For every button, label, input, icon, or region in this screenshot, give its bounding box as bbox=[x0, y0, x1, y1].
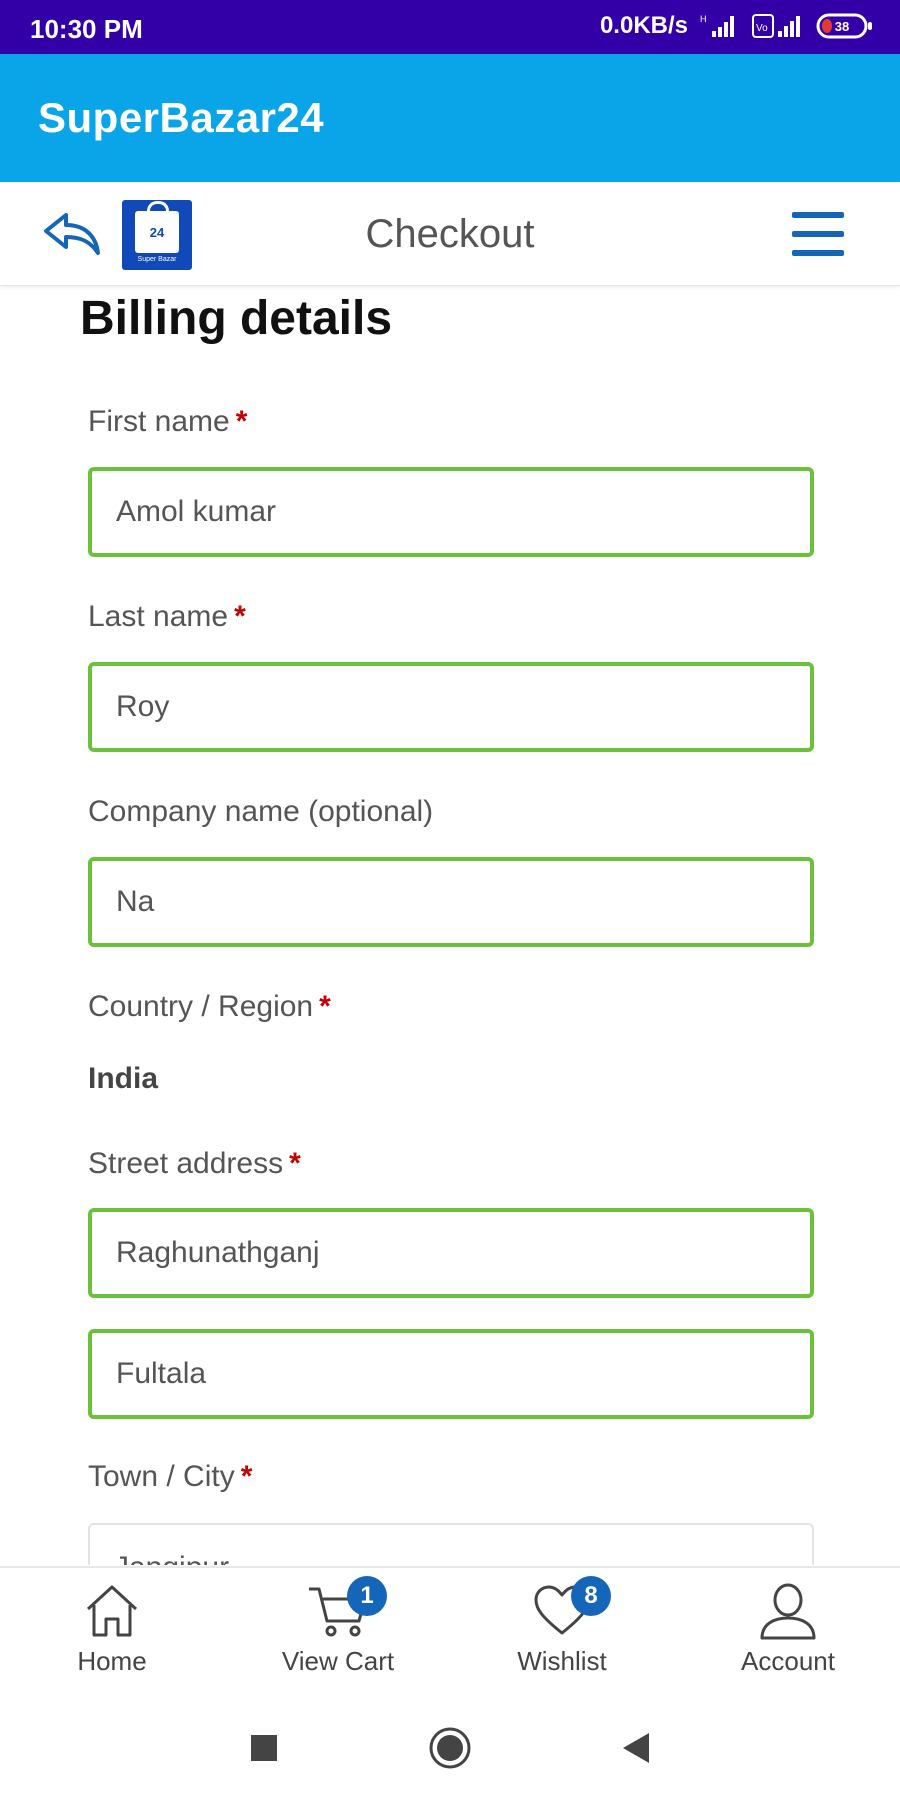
heart-icon: 8 bbox=[527, 1576, 611, 1642]
nav-label: Wishlist bbox=[517, 1646, 607, 1676]
menu-bar-icon bbox=[792, 212, 844, 218]
street-address-label: Street address * bbox=[88, 1147, 301, 1181]
recents-button[interactable] bbox=[242, 1726, 286, 1770]
label-text: Last name bbox=[88, 600, 229, 633]
nav-wishlist[interactable]: 8 Wishlist bbox=[472, 1576, 652, 1677]
menu-bar-icon bbox=[792, 250, 844, 256]
nav-account[interactable]: Account bbox=[698, 1580, 878, 1677]
volte-icon: Vo bbox=[752, 13, 804, 39]
nav-label: Account bbox=[741, 1646, 835, 1676]
required-mark: * bbox=[240, 1460, 253, 1493]
home-system-button[interactable] bbox=[428, 1726, 472, 1770]
nav-label: View Cart bbox=[281, 1646, 395, 1676]
store-logo[interactable]: 24 Super Bazar bbox=[122, 200, 192, 270]
street-address-line2-input[interactable]: Fultala bbox=[88, 1329, 814, 1419]
user-icon bbox=[753, 1580, 823, 1642]
label-text: First name bbox=[88, 405, 230, 438]
label-text: Street address bbox=[88, 1147, 284, 1180]
home-icon bbox=[77, 1580, 147, 1642]
signal-icon: H bbox=[700, 13, 740, 39]
required-mark: * bbox=[235, 405, 248, 438]
last-name-label: Last name * bbox=[88, 600, 246, 634]
logo-caption: Super Bazar bbox=[137, 256, 177, 263]
label-text: Country / Region bbox=[88, 990, 314, 1023]
street-address-line1-input[interactable]: Raghunathganj bbox=[88, 1208, 814, 1298]
svg-text:Vo: Vo bbox=[756, 23, 768, 34]
nav-home[interactable]: Home bbox=[22, 1580, 202, 1677]
status-time: 10:30 PM bbox=[30, 14, 143, 44]
required-mark: * bbox=[289, 1147, 301, 1180]
battery-icon: 38 bbox=[816, 12, 874, 40]
logo-text: 24 bbox=[149, 224, 165, 240]
label-text: Town / City bbox=[88, 1460, 235, 1493]
square-icon bbox=[251, 1735, 277, 1761]
shopping-bag-icon: 24 bbox=[135, 201, 179, 253]
svg-text:H: H bbox=[700, 14, 707, 24]
town-city-label: Town / City * bbox=[88, 1460, 252, 1494]
first-name-label: First name * bbox=[88, 405, 247, 439]
status-icons: 0.0KB/s H Vo 38 bbox=[600, 12, 874, 40]
back-button[interactable] bbox=[40, 206, 104, 262]
app-bar: SuperBazar24 bbox=[0, 54, 900, 182]
town-city-input[interactable]: Jangipur bbox=[88, 1523, 814, 1565]
required-mark: * bbox=[319, 990, 331, 1023]
nav-view-cart[interactable]: 1 View Cart bbox=[248, 1576, 428, 1677]
cart-icon: 1 bbox=[303, 1576, 387, 1642]
country-label: Country / Region * bbox=[88, 990, 331, 1024]
reply-arrow-icon bbox=[44, 213, 100, 255]
required-mark: * bbox=[234, 600, 246, 633]
company-name-label: Company name (optional) bbox=[88, 795, 433, 829]
app-title: SuperBazar24 bbox=[38, 94, 325, 141]
network-speed: 0.0KB/s bbox=[599, 12, 688, 39]
hamburger-menu-button[interactable] bbox=[792, 212, 844, 256]
section-title: Billing details bbox=[80, 292, 393, 345]
company-name-input[interactable]: Na bbox=[88, 857, 814, 947]
first-name-input[interactable]: Amol kumar bbox=[88, 467, 814, 557]
label-text: Company name (optional) bbox=[88, 795, 434, 828]
cart-count-badge: 1 bbox=[347, 1576, 387, 1616]
system-navigation-bar bbox=[0, 1694, 900, 1800]
country-value: India bbox=[88, 1062, 159, 1095]
wishlist-count-badge: 8 bbox=[571, 1576, 611, 1616]
page-header: 24 Super Bazar Checkout bbox=[0, 182, 900, 286]
back-system-button[interactable] bbox=[614, 1726, 658, 1770]
status-bar: 10:30 PM 0.0KB/s H Vo 38 bbox=[0, 0, 900, 54]
last-name-input[interactable]: Roy bbox=[88, 662, 814, 752]
menu-bar-icon bbox=[792, 231, 844, 237]
nav-label: Home bbox=[77, 1646, 147, 1676]
triangle-back-icon bbox=[623, 1733, 649, 1763]
circle-icon bbox=[429, 1727, 471, 1769]
bottom-navigation: Home 1 View Cart 8 Wishlist Account bbox=[0, 1566, 900, 1694]
svg-text:38: 38 bbox=[835, 19, 849, 34]
billing-form: Billing details First name * Amol kumar L… bbox=[0, 287, 900, 1565]
